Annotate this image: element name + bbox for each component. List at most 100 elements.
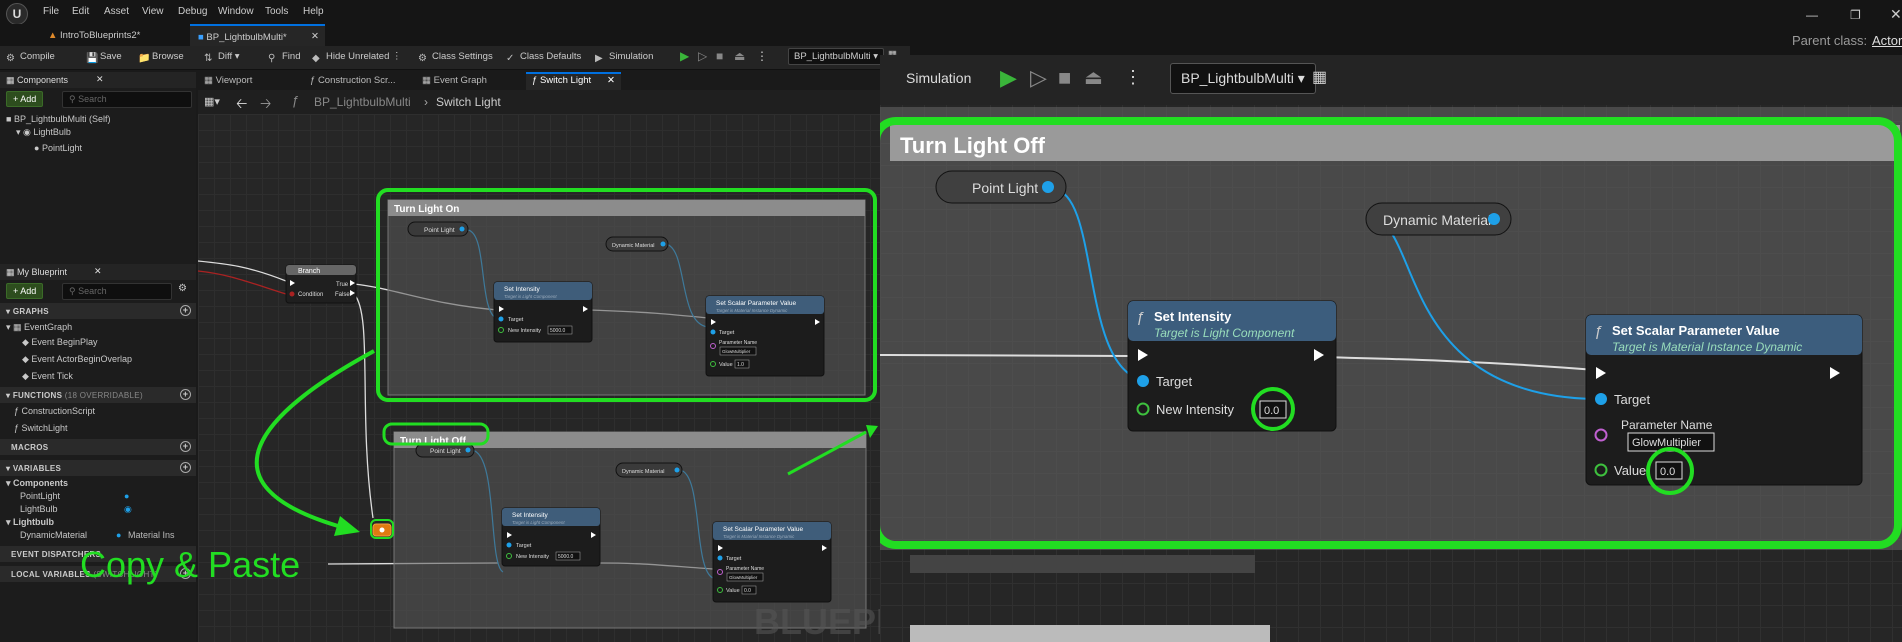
event-actorbeginoverlap-item[interactable]: ◆ Event ActorBeginOverlap (0, 351, 196, 368)
variable-group-lightbulb[interactable]: ▾ Lightbulb (0, 515, 196, 528)
menu-edit[interactable]: Edit (72, 6, 89, 17)
close-panel-icon[interactable]: ✕ (96, 74, 104, 85)
step-icon[interactable]: ▷ (698, 49, 707, 63)
object-pin-icon[interactable] (674, 467, 680, 473)
stop-icon[interactable]: ■ (716, 49, 723, 63)
functions-section[interactable]: ▾ FUNCTIONS (18 OVERRIDABLE) + (0, 387, 196, 403)
component-lightbulb[interactable]: ▾ ◉ LightBulb (0, 125, 196, 141)
tab-label: Construction Scr... (317, 75, 396, 86)
variable-dynamicmaterial[interactable]: DynamicMaterial ● Material Ins (0, 528, 196, 543)
step-icon[interactable]: ▷ (1030, 65, 1047, 91)
object-pin-icon[interactable] (459, 226, 465, 232)
tab-introtoblueprints[interactable]: ▲ IntroToBlueprints2* (48, 24, 188, 46)
hide-unrelated-button[interactable]: ◆ Hide Unrelated ⋮ (312, 51, 402, 64)
graph-menu-icon[interactable]: ▦▾ (204, 95, 220, 108)
object-pin-icon[interactable] (1595, 393, 1607, 405)
macros-section[interactable]: MACROS + (0, 439, 196, 455)
add-graph-icon[interactable]: + (180, 305, 191, 316)
eject-icon[interactable]: ⏏ (734, 49, 745, 63)
input-value: GlowMultiplier (722, 349, 751, 354)
compile-button[interactable]: ⚙ Compile (6, 51, 55, 64)
graphs-section[interactable]: ▾ GRAPHS + (0, 303, 196, 319)
my-blueprint-search-input[interactable]: ⚲ Search (62, 283, 172, 300)
object-pin-icon[interactable] (1488, 213, 1500, 225)
object-pin-icon[interactable] (717, 555, 723, 561)
maximize-icon[interactable]: ❐ (1850, 8, 1861, 22)
eject-icon[interactable]: ⏏ (1084, 65, 1103, 90)
settings-gear-icon[interactable]: ⚙ (178, 283, 187, 294)
add-member-button[interactable]: + Add (6, 283, 44, 299)
debug-filter-icon[interactable]: ▦ (1312, 67, 1327, 87)
zoom-simulation-label[interactable]: Simulation (906, 70, 971, 86)
branch-header (286, 265, 356, 275)
variable-pointlight[interactable]: PointLight ● (0, 489, 196, 502)
component-pointlight[interactable]: ● PointLight (0, 141, 196, 157)
menu-asset[interactable]: Asset (104, 6, 129, 17)
debug-object-select[interactable]: BP_LightbulbMulti ▾ (788, 48, 884, 65)
getter-label: Dynamic Material (622, 469, 664, 475)
object-pin-icon[interactable] (710, 329, 716, 335)
function-constructionscript[interactable]: ƒ ConstructionScript (0, 403, 196, 420)
class-defaults-button[interactable]: ✓ Class Defaults (506, 51, 581, 64)
menu-file[interactable]: File (43, 6, 59, 17)
menu-window[interactable]: Window (218, 6, 254, 17)
event-beginplay-item[interactable]: ◆ Event BeginPlay (0, 334, 196, 351)
object-pin-icon[interactable] (465, 447, 471, 453)
graph-icon: ▦ (13, 322, 25, 332)
object-pin-icon[interactable] (1137, 375, 1149, 387)
components-search-input[interactable]: ⚲ Search (62, 91, 192, 108)
tab-switch-light[interactable]: ƒ Switch Light ✕ (526, 72, 621, 90)
add-function-icon[interactable]: + (180, 389, 191, 400)
variable-lightbulb[interactable]: LightBulb ◉ (0, 502, 196, 515)
search-placeholder: Search (78, 94, 107, 104)
tab-construction-script[interactable]: ƒ Construction Scr... (310, 75, 396, 86)
object-pin-icon[interactable] (660, 241, 666, 247)
pin-label: Value (719, 362, 733, 368)
more-icon[interactable]: ⋮ (1124, 67, 1142, 88)
play-icon[interactable]: ▶ (680, 49, 689, 63)
breadcrumb-root[interactable]: BP_LightbulbMulti (314, 95, 411, 109)
function-switchlight[interactable]: ƒ SwitchLight (0, 420, 196, 437)
menu-tools[interactable]: Tools (265, 6, 288, 17)
class-settings-button[interactable]: ⚙ Class Settings (418, 51, 493, 64)
find-button[interactable]: ⚲ Find (268, 51, 300, 64)
section-title: FUNCTIONS (12, 391, 63, 400)
find-label: Find (282, 51, 301, 62)
event-graph-item[interactable]: ▾ ▦ EventGraph (0, 319, 196, 334)
save-button[interactable]: 💾 Save (86, 51, 122, 64)
object-pin-icon[interactable] (506, 542, 512, 548)
tab-bp-lightbulbmulti[interactable]: ■ BP_LightbulbMulti* ✕ (190, 24, 325, 46)
menu-help[interactable]: Help (303, 6, 324, 17)
object-pin-icon[interactable] (498, 316, 504, 322)
unreal-logo-icon[interactable]: U (6, 3, 28, 25)
stop-icon[interactable]: ■ (1058, 65, 1071, 91)
add-component-button[interactable]: + Add (6, 91, 44, 107)
play-icon[interactable]: ▶ (1000, 65, 1017, 91)
variable-group-components[interactable]: ▾ Components (0, 476, 196, 489)
close-window-icon[interactable]: ✕ (1890, 6, 1902, 23)
variables-section[interactable]: ▾ VARIABLES + (0, 460, 196, 476)
simulation-button[interactable]: ▶ Simulation (595, 51, 653, 64)
close-panel-icon[interactable]: ✕ (94, 266, 102, 277)
diff-button[interactable]: ⇅ Diff ▾ (204, 51, 240, 64)
event-tick-item[interactable]: ◆ Event Tick (0, 368, 196, 385)
add-macro-icon[interactable]: + (180, 441, 191, 452)
input-value: 0.0 (1660, 466, 1675, 478)
parent-class-link[interactable]: Actor (1872, 33, 1902, 48)
graph-canvas[interactable]: Turn Light On Turn Light Off Branch Cond… (198, 114, 910, 642)
minimize-icon[interactable]: — (1806, 8, 1818, 22)
group-label: Components (13, 478, 69, 488)
menu-view[interactable]: View (142, 6, 164, 17)
menu-debug[interactable]: Debug (178, 6, 207, 17)
tab-viewport[interactable]: ▦ Viewport (204, 75, 252, 86)
object-pin-icon[interactable] (1042, 181, 1054, 193)
close-tab-icon[interactable]: ✕ (311, 31, 319, 42)
bool-pin-icon[interactable] (289, 291, 295, 297)
browse-button[interactable]: 📁 Browse (138, 51, 184, 64)
component-self[interactable]: ■ BP_LightbulbMulti (Self) (0, 108, 196, 124)
light-icon: ● (34, 143, 42, 153)
zoom-debug-object-select[interactable]: BP_LightbulbMulti ▾ (1170, 63, 1316, 94)
more-icon[interactable]: ⋮ (756, 49, 768, 63)
tab-event-graph[interactable]: ▦ Event Graph (422, 75, 487, 86)
add-variable-icon[interactable]: + (180, 462, 191, 473)
